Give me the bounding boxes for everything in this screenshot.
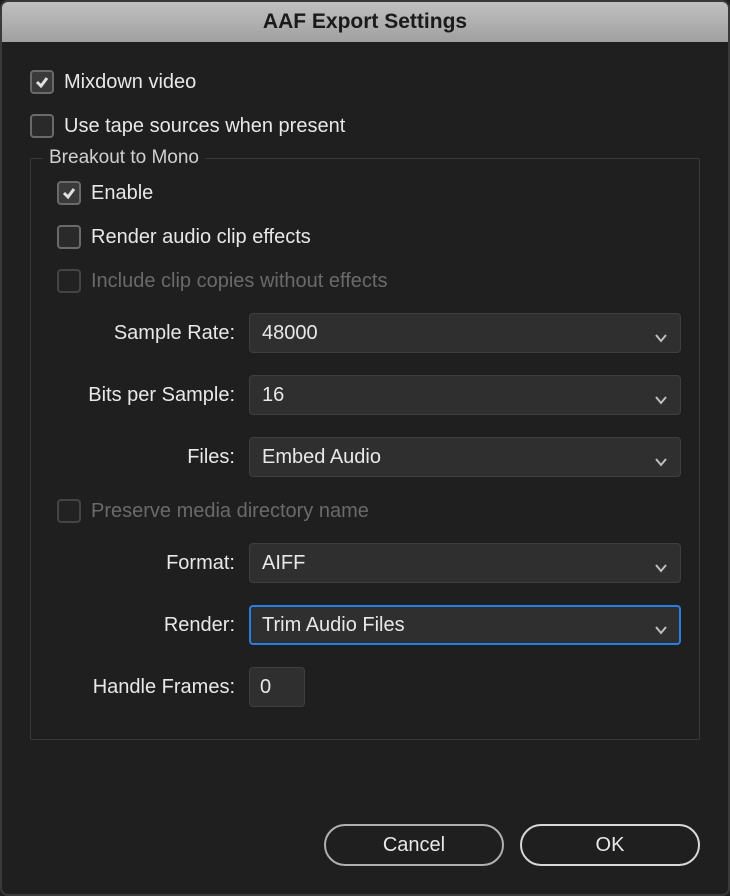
format-value: AIFF: [262, 552, 305, 575]
use-tape-sources-checkbox[interactable]: [30, 114, 54, 138]
dialog-content: Mixdown video Use tape sources when pres…: [2, 42, 728, 810]
render-select[interactable]: Trim Audio Files: [249, 605, 681, 645]
cancel-button-label: Cancel: [383, 834, 445, 857]
include-copies-checkbox: [57, 269, 81, 293]
dialog-title: AAF Export Settings: [263, 10, 467, 33]
chevron-down-icon: [654, 388, 668, 402]
use-tape-sources-label: Use tape sources when present: [64, 115, 345, 138]
enable-row: Enable: [57, 181, 681, 205]
preserve-dir-checkbox: [57, 499, 81, 523]
handle-frames-row: Handle Frames:: [49, 667, 681, 707]
breakout-fieldset: Breakout to Mono Enable Render audio cli…: [30, 158, 700, 740]
files-row: Files: Embed Audio: [49, 437, 681, 477]
include-copies-row: Include clip copies without effects: [57, 269, 681, 293]
format-row: Format: AIFF: [49, 543, 681, 583]
chevron-down-icon: [654, 450, 668, 464]
breakout-legend: Breakout to Mono: [43, 147, 205, 169]
bits-per-sample-value: 16: [262, 384, 284, 407]
render-label: Render:: [49, 614, 249, 637]
render-effects-label: Render audio clip effects: [91, 226, 311, 249]
files-select[interactable]: Embed Audio: [249, 437, 681, 477]
chevron-down-icon: [654, 618, 668, 632]
chevron-down-icon: [654, 326, 668, 340]
preserve-dir-row: Preserve media directory name: [57, 499, 681, 523]
mixdown-video-label: Mixdown video: [64, 71, 196, 94]
cancel-button[interactable]: Cancel: [324, 824, 504, 866]
dialog-footer: Cancel OK: [2, 810, 728, 894]
files-value: Embed Audio: [262, 446, 381, 469]
render-effects-row: Render audio clip effects: [57, 225, 681, 249]
render-row: Render: Trim Audio Files: [49, 605, 681, 645]
format-label: Format:: [49, 552, 249, 575]
sample-rate-label: Sample Rate:: [49, 322, 249, 345]
render-effects-checkbox[interactable]: [57, 225, 81, 249]
bits-per-sample-select[interactable]: 16: [249, 375, 681, 415]
enable-checkbox[interactable]: [57, 181, 81, 205]
aaf-export-dialog: AAF Export Settings Mixdown video Use ta…: [0, 0, 730, 896]
sample-rate-value: 48000: [262, 322, 318, 345]
handle-frames-input[interactable]: [249, 667, 305, 707]
use-tape-sources-row: Use tape sources when present: [30, 114, 700, 138]
ok-button-label: OK: [596, 834, 625, 857]
files-label: Files:: [49, 446, 249, 469]
bits-per-sample-label: Bits per Sample:: [49, 384, 249, 407]
mixdown-video-checkbox[interactable]: [30, 70, 54, 94]
mixdown-video-row: Mixdown video: [30, 70, 700, 94]
chevron-down-icon: [654, 556, 668, 570]
handle-frames-label: Handle Frames:: [49, 676, 249, 699]
format-select[interactable]: AIFF: [249, 543, 681, 583]
ok-button[interactable]: OK: [520, 824, 700, 866]
sample-rate-row: Sample Rate: 48000: [49, 313, 681, 353]
render-value: Trim Audio Files: [262, 614, 405, 637]
bits-per-sample-row: Bits per Sample: 16: [49, 375, 681, 415]
sample-rate-select[interactable]: 48000: [249, 313, 681, 353]
include-copies-label: Include clip copies without effects: [91, 270, 387, 293]
dialog-titlebar: AAF Export Settings: [2, 2, 728, 42]
preserve-dir-label: Preserve media directory name: [91, 500, 369, 523]
enable-label: Enable: [91, 182, 153, 205]
